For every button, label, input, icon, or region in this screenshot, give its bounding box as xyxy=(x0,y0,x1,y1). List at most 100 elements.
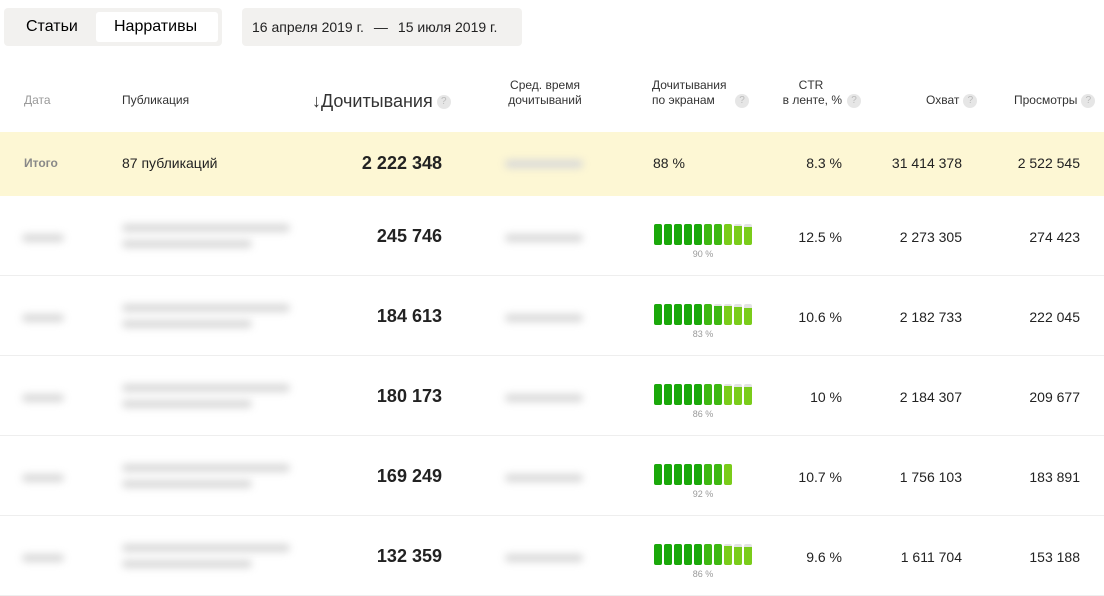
screen-bar xyxy=(674,224,682,245)
table-row[interactable]: 180 173 86 % 10 % 2 184 307 209 677 xyxy=(0,356,1104,436)
tab-articles[interactable]: Статьи xyxy=(8,12,96,42)
screen-bar xyxy=(734,224,742,245)
header-ctr-l1: CTR xyxy=(798,78,824,92)
screen-bar xyxy=(684,304,692,325)
help-icon[interactable]: ? xyxy=(1081,93,1096,108)
screens-percent: 86 % xyxy=(692,409,714,419)
table-row[interactable]: 132 359 86 % 9.6 % 1 611 704 153 188 xyxy=(0,516,1104,596)
screen-bar xyxy=(664,304,672,325)
screen-bar xyxy=(694,384,702,405)
screen-bar xyxy=(734,304,742,325)
ctr-value: 10.7 % xyxy=(798,469,842,485)
header-screens-l2: по экранам xyxy=(652,93,715,107)
total-reach: 31 414 378 xyxy=(891,155,962,171)
screen-bar xyxy=(674,544,682,565)
screen-bar xyxy=(674,384,682,405)
screen-bar xyxy=(654,304,662,325)
blurred-title xyxy=(122,320,252,328)
blurred-title xyxy=(122,240,252,248)
blurred-avg-time xyxy=(505,554,583,562)
screens-bar-chart xyxy=(654,304,752,325)
header-avg-time[interactable]: Сред. время дочитываний xyxy=(500,78,590,108)
screen-bar xyxy=(664,544,672,565)
blurred-avg-time xyxy=(505,314,583,322)
views-value: 209 677 xyxy=(1029,389,1080,405)
views-value: 222 045 xyxy=(1029,309,1080,325)
screen-bar xyxy=(654,384,662,405)
table-row[interactable]: 184 613 83 % 10.6 % 2 182 733 222 045 xyxy=(0,276,1104,356)
ctr-value: 12.5 % xyxy=(798,229,842,245)
screen-bar xyxy=(744,304,752,325)
screen-bar xyxy=(744,544,752,565)
ctr-value: 9.6 % xyxy=(806,549,842,565)
screen-bar xyxy=(704,224,712,245)
header-screens[interactable]: Дочитывания по экранам xyxy=(652,78,727,108)
screen-bar xyxy=(694,464,702,485)
date-to: 15 июля 2019 г. xyxy=(397,19,498,35)
screen-bar xyxy=(654,544,662,565)
screens-bar-chart xyxy=(654,464,732,485)
reads-value: 169 249 xyxy=(376,466,442,486)
table-row[interactable]: 245 746 90 % 12.5 % 2 273 305 274 423 xyxy=(0,196,1104,276)
header-avg-time-l1: Сред. время xyxy=(510,78,580,92)
header-ctr[interactable]: CTR в ленте, % xyxy=(780,78,842,108)
screen-bar xyxy=(664,224,672,245)
screen-bar xyxy=(664,464,672,485)
blurred-date xyxy=(22,554,64,562)
reach-value: 1 611 704 xyxy=(900,549,962,565)
screen-bar xyxy=(704,304,712,325)
header-date[interactable]: Дата xyxy=(24,93,51,108)
header-reach-label: Охват xyxy=(926,93,960,107)
screen-bar xyxy=(724,544,732,565)
screen-bar xyxy=(654,464,662,485)
screen-bar xyxy=(744,384,752,405)
blurred-title xyxy=(122,560,252,568)
screen-bar xyxy=(734,384,742,405)
header-views[interactable]: Просмотры? xyxy=(1014,93,1096,108)
reach-value: 1 756 103 xyxy=(899,469,962,485)
screen-bar xyxy=(654,224,662,245)
total-publications: 87 публикаций xyxy=(122,155,218,171)
screens-bar-chart xyxy=(654,384,752,405)
header-avg-time-l2: дочитываний xyxy=(508,93,582,107)
screen-bar xyxy=(724,384,732,405)
reach-value: 2 184 307 xyxy=(899,389,962,405)
help-icon[interactable]: ? xyxy=(963,93,978,108)
blurred-avg-time xyxy=(505,394,583,402)
blurred-title xyxy=(122,384,290,392)
screen-bar xyxy=(744,224,752,245)
blurred-avg-time xyxy=(505,160,583,168)
header-publication[interactable]: Публикация xyxy=(122,93,189,108)
reach-value: 2 182 733 xyxy=(899,309,962,325)
screen-bar xyxy=(684,464,692,485)
total-reads: 2 222 348 xyxy=(361,153,442,173)
screen-bar xyxy=(694,224,702,245)
reach-value: 2 273 305 xyxy=(899,229,962,245)
blurred-avg-time xyxy=(505,474,583,482)
screen-bar xyxy=(704,384,712,405)
total-screens: 88 % xyxy=(653,155,685,171)
header-reach[interactable]: Охват? xyxy=(926,93,978,108)
screens-percent: 92 % xyxy=(692,489,714,499)
help-icon[interactable]: ? xyxy=(436,95,451,110)
table-row[interactable]: 169 249 92 % 10.7 % 1 756 103 183 891 xyxy=(0,436,1104,516)
header-screens-l1: Дочитывания xyxy=(652,78,727,92)
date-range-picker[interactable]: 16 апреля 2019 г. — 15 июля 2019 г. xyxy=(242,8,522,46)
blurred-title xyxy=(122,544,290,552)
reads-value: 245 746 xyxy=(376,226,442,246)
screen-bar xyxy=(714,384,722,405)
screens-percent: 83 % xyxy=(692,329,714,339)
screen-bar xyxy=(664,384,672,405)
screen-bar xyxy=(724,304,732,325)
blurred-title xyxy=(122,400,252,408)
blurred-title xyxy=(122,224,290,232)
help-icon[interactable]: ? xyxy=(847,94,861,108)
tab-narratives[interactable]: Нарративы xyxy=(96,12,218,42)
views-value: 183 891 xyxy=(1029,469,1080,485)
screen-bar xyxy=(694,304,702,325)
blurred-date xyxy=(22,394,64,402)
total-row: Итого 87 публикаций 2 222 348 88 % 8.3 %… xyxy=(0,132,1104,196)
date-from: 16 апреля 2019 г. xyxy=(252,19,364,35)
help-icon[interactable]: ? xyxy=(735,94,749,108)
header-reads[interactable]: ↓Дочитывания? xyxy=(312,90,451,112)
